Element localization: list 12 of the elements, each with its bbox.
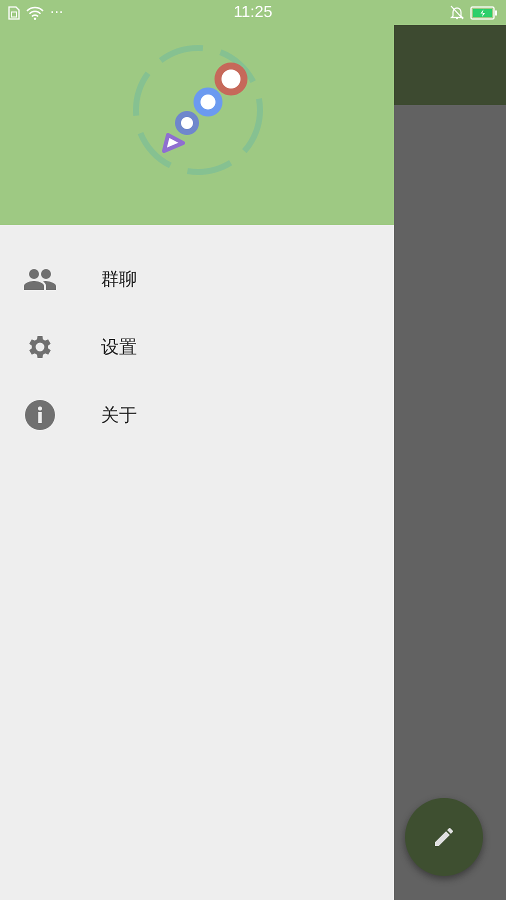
menu-item[interactable]: 群聊 bbox=[0, 245, 394, 313]
battery-icon bbox=[470, 6, 498, 20]
clock-time: 11:25 bbox=[234, 4, 272, 22]
pencil-icon bbox=[432, 825, 456, 849]
wifi-icon bbox=[26, 6, 44, 20]
menu-item[interactable]: 关于 bbox=[0, 381, 394, 449]
menu-item[interactable]: 设置 bbox=[0, 313, 394, 381]
info-icon bbox=[24, 400, 56, 430]
bell-off-icon bbox=[450, 5, 464, 20]
sim-icon bbox=[8, 6, 20, 20]
people-icon bbox=[24, 268, 56, 290]
more-indicator: ··· bbox=[50, 6, 64, 20]
